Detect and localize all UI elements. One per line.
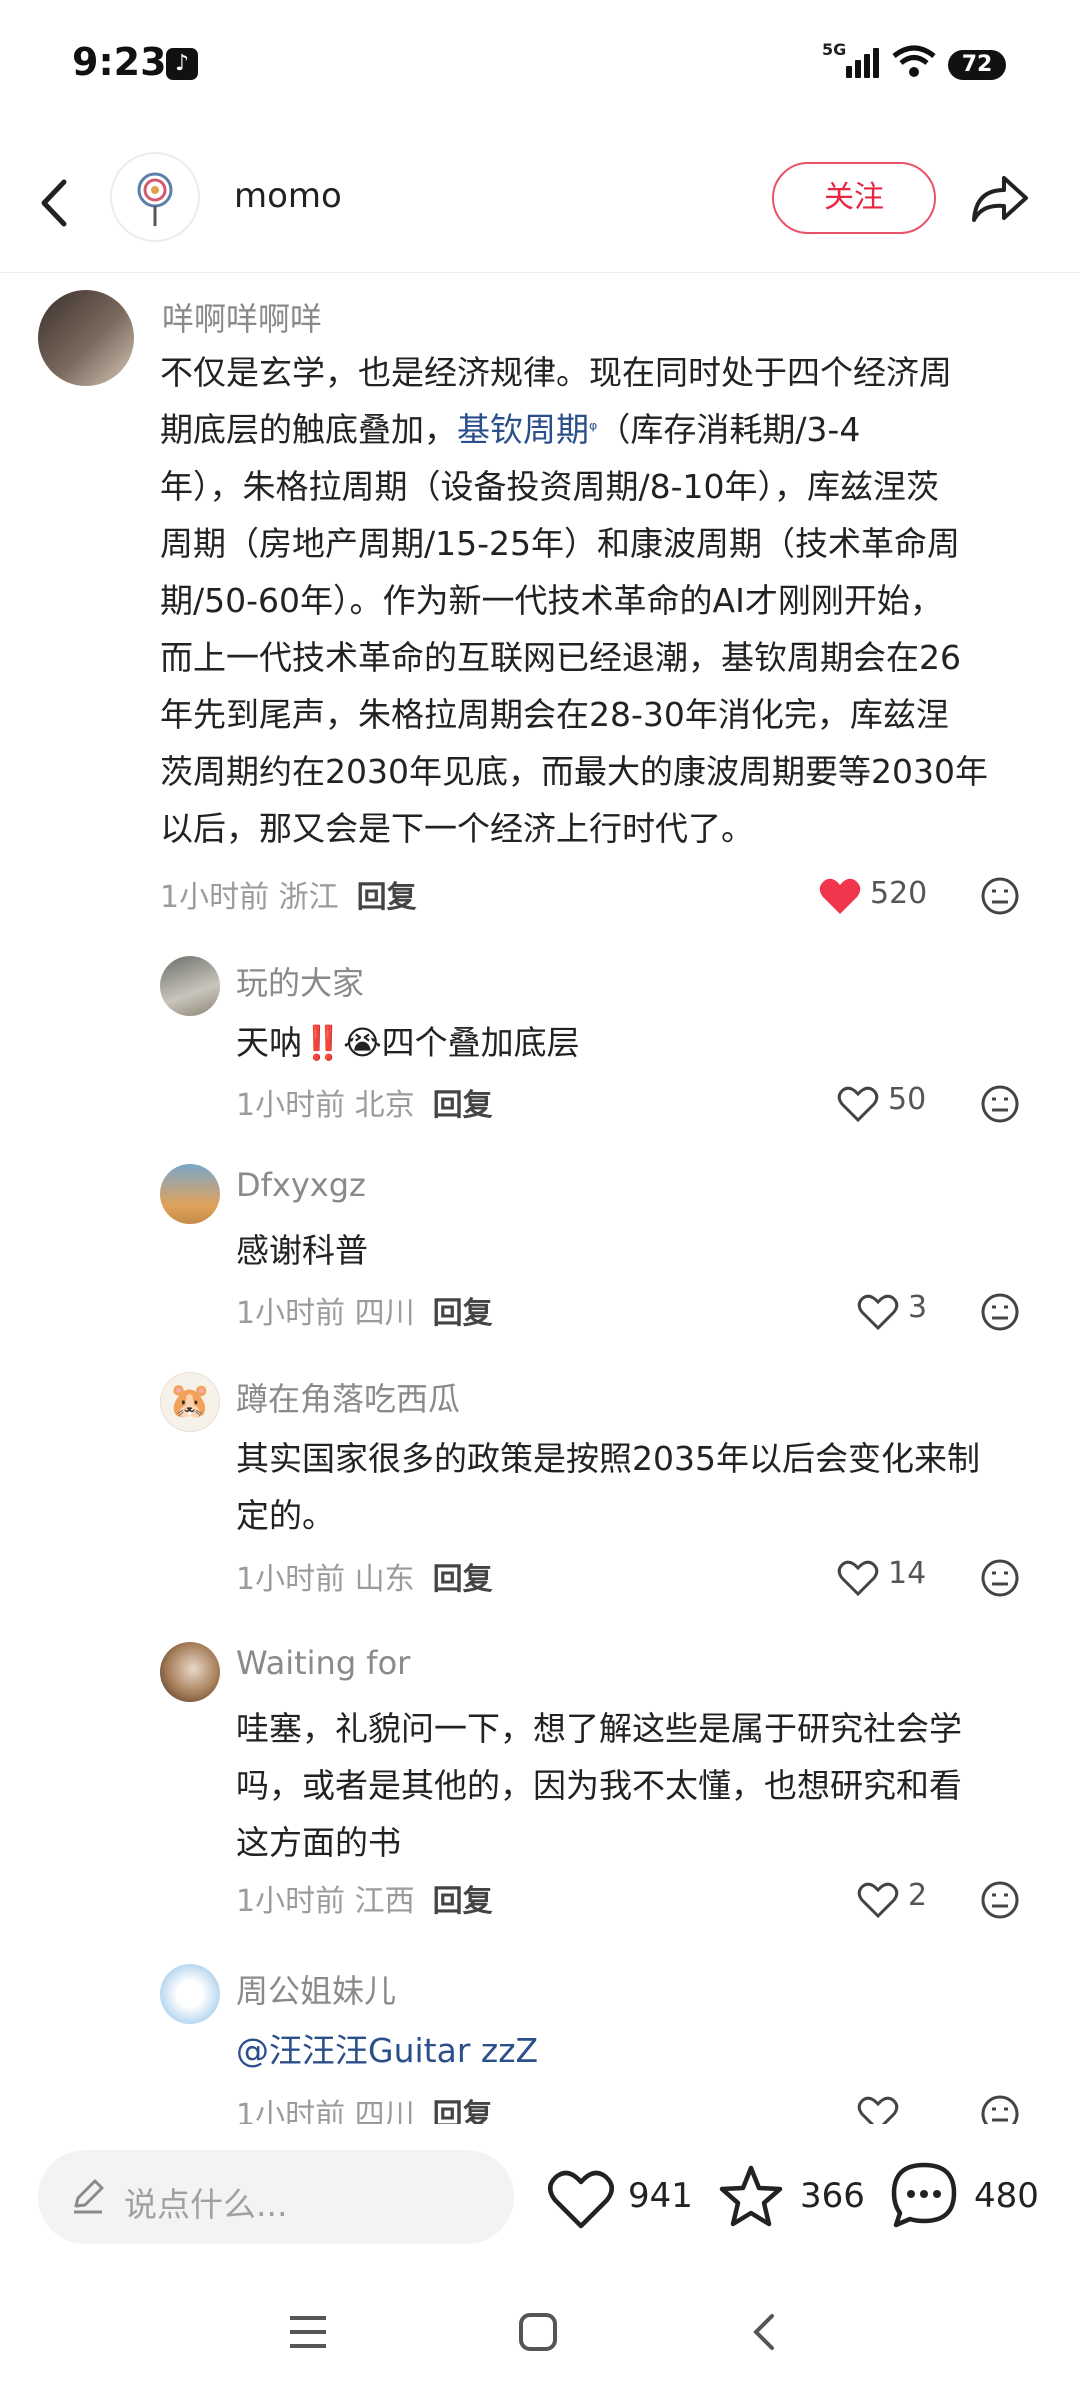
- post-star-count: 366: [800, 2176, 865, 2216]
- emoji-reaction-icon[interactable]: [980, 1084, 1020, 1124]
- emoji-reaction-icon[interactable]: [980, 1558, 1020, 1598]
- share-icon[interactable]: [968, 168, 1032, 228]
- reply-button[interactable]: 回复: [433, 1088, 493, 1123]
- comment-meta: 1小时前 江西 回复: [236, 1884, 493, 1919]
- reply-button[interactable]: 回复: [433, 1296, 493, 1331]
- heart-outline-icon[interactable]: [856, 2094, 900, 2124]
- nav-back-icon[interactable]: [744, 2310, 784, 2354]
- heart-outline-icon[interactable]: [856, 1880, 900, 1920]
- post-like-count: 941: [628, 2176, 693, 2216]
- wifi-icon: [892, 45, 936, 77]
- back-arrow-icon[interactable]: [30, 168, 80, 238]
- bottom-action-bar: 说点什么... 941 366 480: [0, 2124, 1080, 2270]
- status-bar: 9:23 ♪ 5G 72: [0, 0, 1080, 130]
- comment-text: 天呐‼️😭四个叠加底层: [236, 1023, 580, 1062]
- like-count: 50: [888, 1082, 927, 1117]
- comment-text: 不仅是玄学，也是经济规律。现在同时处于四个经济周 期底层的触底叠加，基钦周期ᵠ（…: [160, 353, 988, 848]
- pencil-icon: [74, 2179, 104, 2214]
- follow-button[interactable]: 关注: [772, 162, 936, 234]
- like-count: 2: [908, 1878, 928, 1913]
- comment-text: 哇塞，礼貌问一下，想了解这些是属于研究社会学 吗，或者是其他的，因为我不太懂，也…: [236, 1709, 962, 1862]
- comment-meta: 1小时前 四川 回复: [236, 1296, 493, 1331]
- comment-list[interactable]: 咩啊咩啊咩 不仅是玄学，也是经济规律。现在同时处于四个经济周 期底层的触底叠加，…: [0, 272, 1080, 2124]
- comment-text: 其实国家很多的政策是按照2035年以后会变化来制 定的。: [236, 1439, 980, 1535]
- network-type: 5G: [822, 40, 847, 59]
- comment-meta: 1小时前 四川 回复: [236, 2090, 493, 2124]
- comment-meta: 1小时前 浙江 回复: [160, 880, 417, 915]
- lollipop-icon: [137, 172, 173, 226]
- commenter-name[interactable]: Waiting for: [236, 1644, 410, 1682]
- comment-item: 咩啊咩啊咩 不仅是玄学，也是经济规律。现在同时处于四个经济周 期底层的触底叠加，…: [0, 272, 1080, 848]
- commenter-avatar[interactable]: [160, 1642, 220, 1702]
- mention-link[interactable]: @汪汪汪Guitar zzZ: [236, 2022, 1036, 2079]
- commenter-name[interactable]: 蹲在角落吃西瓜: [236, 1374, 460, 1420]
- commenter-avatar[interactable]: [160, 1964, 220, 2024]
- system-navigation-bar: [0, 2270, 1080, 2400]
- heart-outline-icon[interactable]: [856, 1292, 900, 1332]
- author-avatar[interactable]: [110, 152, 200, 242]
- comment-text: 感谢科普: [236, 1231, 368, 1270]
- comment-bubble-icon[interactable]: [888, 2150, 960, 2240]
- commenter-name[interactable]: Dfxyxgz: [236, 1166, 366, 1204]
- status-time: 9:23: [72, 40, 167, 84]
- emoji-reaction-icon[interactable]: [980, 1880, 1020, 1920]
- heart-filled-icon[interactable]: [818, 876, 862, 916]
- emoji-reaction-icon[interactable]: [980, 2094, 1020, 2124]
- reply-button[interactable]: 回复: [433, 1884, 493, 1919]
- like-count: 14: [888, 1556, 927, 1591]
- commenter-name[interactable]: 周公姐妹儿: [236, 1966, 396, 2012]
- commenter-avatar[interactable]: [160, 1164, 220, 1224]
- tiktok-notification-icon: ♪: [166, 48, 198, 80]
- reply-button[interactable]: 回复: [433, 1562, 493, 1597]
- reply-button[interactable]: 回复: [433, 2098, 493, 2124]
- heart-outline-icon[interactable]: [836, 1084, 880, 1124]
- recent-apps-icon[interactable]: [286, 2312, 330, 2352]
- like-count: 520: [870, 876, 928, 911]
- emoji-reaction-icon[interactable]: [980, 876, 1020, 916]
- post-header: momo 关注: [0, 140, 1080, 273]
- like-heart-icon[interactable]: [546, 2154, 616, 2244]
- topic-link[interactable]: 基钦周期: [457, 410, 589, 449]
- comment-input[interactable]: 说点什么...: [38, 2150, 514, 2244]
- post-comment-count: 480: [974, 2176, 1039, 2216]
- commenter-avatar[interactable]: [160, 956, 220, 1016]
- cellular-signal-icon: 5G: [822, 40, 882, 78]
- author-name[interactable]: momo: [234, 176, 342, 216]
- reply-button[interactable]: 回复: [357, 880, 417, 915]
- commenter-avatar[interactable]: 🐹: [160, 1372, 220, 1432]
- emoji-reaction-icon[interactable]: [980, 1292, 1020, 1332]
- heart-outline-icon[interactable]: [836, 1558, 880, 1598]
- commenter-name[interactable]: 玩的大家: [236, 958, 364, 1004]
- home-icon[interactable]: [516, 2310, 560, 2354]
- commenter-name[interactable]: 咩啊咩啊咩: [162, 294, 322, 340]
- star-icon[interactable]: [716, 2152, 786, 2242]
- comment-meta: 1小时前 北京 回复: [236, 1088, 493, 1123]
- comment-meta: 1小时前 山东 回复: [236, 1562, 493, 1597]
- battery-indicator: 72: [948, 50, 1006, 80]
- commenter-avatar[interactable]: [38, 290, 134, 386]
- comment-input-placeholder: 说点什么...: [124, 2185, 288, 2224]
- like-count: 3: [908, 1290, 928, 1325]
